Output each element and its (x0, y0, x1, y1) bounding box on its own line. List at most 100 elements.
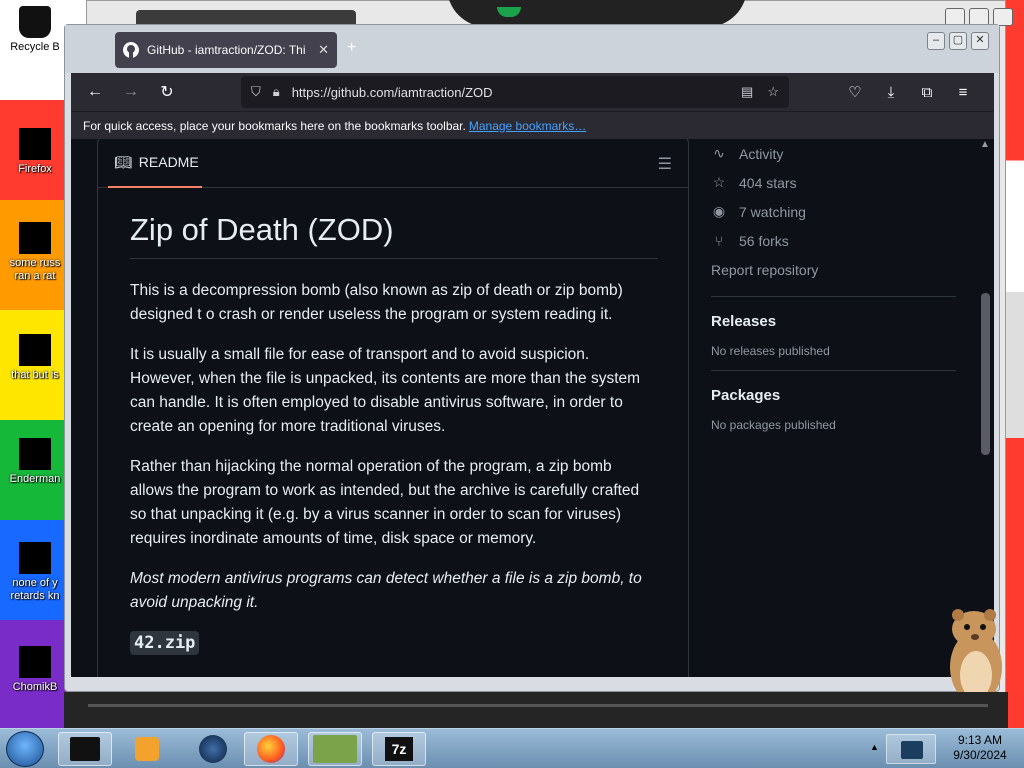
hamster-app-icon (313, 735, 357, 763)
outline-toggle-icon[interactable]: ☰ (658, 154, 672, 174)
readme-subheading: 42.zip (130, 631, 658, 655)
url-text[interactable]: https://github.com/iamtraction/ZOD (292, 85, 741, 100)
enderman-icon (19, 438, 51, 470)
clock-time: 9:13 AM (957, 733, 1003, 747)
forward-button[interactable]: → (113, 76, 149, 108)
window-bottom-strip (64, 692, 1008, 728)
window-app-icon (70, 737, 100, 761)
arrow-left-icon: ← (87, 83, 103, 100)
readme-header: 📖︎ README ☰ (98, 139, 688, 188)
releases-empty-text: No releases published (711, 344, 830, 358)
hamster-file-icon (19, 646, 51, 678)
reload-icon: ↻ (160, 84, 174, 101)
desktop-icon-recycle-bin[interactable]: Recycle B (4, 6, 66, 54)
bookmarks-toolbar: For quick access, place your bookmarks h… (71, 111, 994, 139)
packages-heading[interactable]: Packages (711, 387, 956, 404)
taskbar-firefox[interactable] (244, 732, 298, 766)
tray-expand-icon[interactable]: ▲ (870, 742, 879, 752)
puzzle-icon: ⧉ (921, 83, 933, 101)
desktop-icon-russ-rat[interactable]: some russ ran a rat (4, 222, 66, 283)
activity-link[interactable]: ∿ Activity (711, 139, 956, 168)
readme-paragraph: This is a decompression bomb (also known… (130, 282, 623, 323)
scroll-up-icon[interactable]: ▲ (980, 139, 990, 150)
taskbar-hamster-app[interactable] (308, 732, 362, 766)
eye-icon: ◉ (712, 203, 726, 219)
recycle-bin-icon (19, 6, 51, 38)
7zip-icon: 7z (385, 737, 413, 761)
taskbar: 7z ▲ 9:13 AM 9/30/2024 (0, 728, 1024, 768)
firefox-icon (257, 735, 285, 763)
watching-label: 7 watching (739, 203, 806, 220)
shield-icon[interactable]: ⛉ (251, 84, 261, 100)
desktop-icon-firefox[interactable]: Firefox (4, 128, 66, 176)
taskbar-app-window[interactable] (58, 732, 112, 766)
hamster-pet[interactable] (940, 605, 1010, 705)
globe-icon (199, 735, 227, 763)
horizontal-scrollbar[interactable] (88, 704, 988, 707)
arrow-right-icon: → (123, 83, 139, 100)
download-icon: ⤓ (887, 83, 895, 101)
report-label: Report repository (711, 261, 819, 278)
monitor-icon (901, 741, 923, 759)
readme-italic-note: Most modern antivirus programs can detec… (130, 570, 642, 611)
clock[interactable]: 9:13 AM 9/30/2024 (940, 733, 1020, 763)
url-bar[interactable]: ⛉ 🔒︎ https://github.com/iamtraction/ZOD … (241, 76, 789, 108)
window-minimize-button[interactable]: – (927, 32, 945, 50)
window-close-button[interactable]: ✕ (971, 32, 989, 50)
tab-github-zod[interactable]: GitHub - iamtraction/ZOD: Thi ✕ (115, 32, 337, 68)
desktop-icon-none-of-y[interactable]: none of y retards kn (4, 542, 66, 603)
media-player-icon (135, 737, 159, 761)
tab-title: GitHub - iamtraction/ZOD: Thi (147, 43, 306, 57)
browser-window: GitHub - iamtraction/ZOD: Thi ✕ + – ▢ ✕ … (64, 24, 1000, 692)
downloads-button[interactable]: ⤓ (875, 76, 907, 108)
manage-bookmarks-link[interactable]: Manage bookmarks… (469, 119, 586, 133)
reload-button[interactable]: ↻ (149, 76, 185, 108)
menu-button[interactable]: ≡ (947, 76, 979, 108)
tab-readme[interactable]: 📖︎ README (108, 139, 202, 188)
bookmark-star-icon[interactable]: ☆ (767, 84, 779, 100)
readme-panel: 📖︎ README ☰ Zip of Death (ZOD) This is a… (97, 139, 689, 677)
subheading-code: 42.zip (130, 631, 200, 655)
divider (711, 370, 956, 371)
packages-empty-text: No packages published (711, 418, 836, 432)
desktop-icon-chomik[interactable]: ChomikB (4, 646, 66, 694)
taskbar-media-player[interactable] (120, 732, 174, 766)
taskbar-browser-globe[interactable] (186, 732, 240, 766)
lock-icon[interactable]: 🔒︎ (273, 84, 280, 100)
watchers-link[interactable]: ◉ 7 watching (711, 197, 956, 226)
forks-label: 56 forks (739, 232, 789, 249)
start-button[interactable] (6, 731, 44, 767)
pocket-button[interactable]: ♡ (839, 76, 871, 108)
tab-close-button[interactable]: ✕ (318, 42, 329, 58)
window-maximize-button[interactable]: ▢ (949, 32, 967, 50)
pulse-icon: ∿ (713, 145, 725, 161)
reader-view-icon[interactable]: ▤ (741, 84, 753, 100)
back-button[interactable]: ← (77, 76, 113, 108)
hamburger-menu-icon: ≡ (958, 83, 968, 101)
book-icon: 📖︎ (114, 153, 132, 170)
extensions-button[interactable]: ⧉ (911, 76, 943, 108)
scroll-thumb[interactable] (981, 293, 990, 455)
star-icon: ☆ (712, 174, 726, 190)
shortcut-icon (19, 542, 51, 574)
stars-label: 404 stars (739, 174, 797, 191)
navigation-toolbar: ← → ↻ ⛉ 🔒︎ https://github.com/iamtractio… (71, 73, 994, 111)
tray-app-button[interactable] (886, 734, 936, 764)
page-content: 📖︎ README ☰ Zip of Death (ZOD) This is a… (71, 139, 994, 677)
page-scrollbar[interactable]: ▲ (977, 139, 994, 677)
readme-body: Zip of Death (ZOD) This is a decompressi… (130, 210, 658, 655)
desktop-icon-enderman[interactable]: Enderman (4, 438, 66, 486)
file-icon (19, 334, 51, 366)
activity-label: Activity (739, 145, 784, 162)
forks-link[interactable]: ⑂ 56 forks (711, 226, 956, 255)
firefox-icon (19, 128, 51, 160)
desktop-icon-that-but-is[interactable]: that but is (4, 334, 66, 382)
stars-link[interactable]: ☆ 404 stars (711, 168, 956, 197)
releases-heading[interactable]: Releases (711, 313, 956, 330)
taskbar-7zip[interactable]: 7z (372, 732, 426, 766)
new-tab-button[interactable]: + (347, 39, 356, 57)
clock-date: 9/30/2024 (953, 748, 1007, 762)
readme-title: Zip of Death (ZOD) (130, 210, 658, 259)
report-repository-link[interactable]: Report repository (711, 255, 956, 284)
pocket-icon: ♡ (848, 84, 862, 101)
